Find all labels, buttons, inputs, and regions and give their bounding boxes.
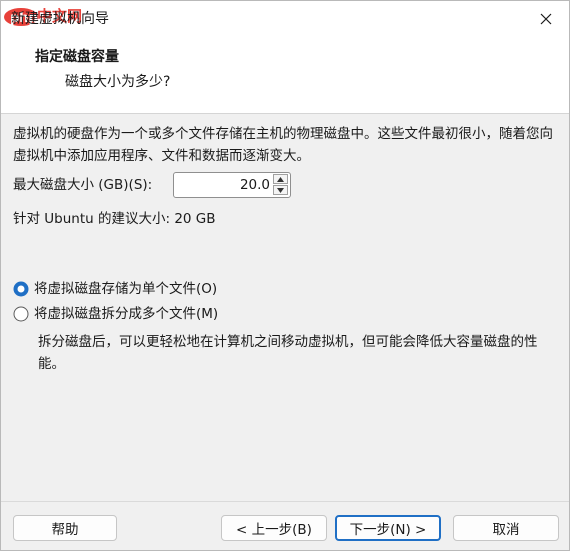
page-title: 指定磁盘容量 (35, 49, 119, 65)
radio-unselected-icon[interactable] (13, 306, 29, 322)
radio-split-files[interactable]: 将虚拟磁盘拆分成多个文件(M) (13, 303, 218, 325)
spin-buttons (273, 174, 288, 196)
wizard-header: 指定磁盘容量 磁盘大小为多少? (1, 37, 569, 114)
disk-size-input[interactable] (174, 173, 270, 197)
radio-split-files-label: 将虚拟磁盘拆分成多个文件(M) (34, 306, 219, 322)
next-button[interactable]: 下一步(N) > (335, 515, 441, 541)
description-text: 虚拟机的硬盘作为一个或多个文件存储在主机的物理磁盘中。这些文件最初很小，随着您向… (13, 126, 553, 164)
back-button[interactable]: < 上一步(B) (221, 515, 327, 541)
spin-down-button[interactable] (273, 185, 288, 195)
close-icon (540, 13, 552, 25)
split-description-text: 拆分磁盘后，可以更轻松地在计算机之间移动虚拟机，但可能会降低大容量磁盘的性能。 (38, 334, 538, 372)
spin-up-button[interactable] (273, 174, 288, 184)
page-subtitle: 磁盘大小为多少? (65, 74, 171, 90)
disk-size-label: 最大磁盘大小 (GB)(S): (13, 177, 153, 193)
footer-divider (1, 501, 569, 502)
cancel-button[interactable]: 取消 (453, 515, 559, 541)
disk-size-spinbox[interactable] (173, 172, 291, 198)
radio-single-file[interactable]: 将虚拟磁盘存储为单个文件(O) (13, 278, 217, 300)
triangle-up-icon (277, 176, 284, 182)
recommended-size-text: 针对 Ubuntu 的建议大小: 20 GB (13, 211, 216, 227)
close-button[interactable] (523, 1, 569, 37)
radio-selected-icon[interactable] (13, 281, 29, 297)
radio-single-file-label: 将虚拟磁盘存储为单个文件(O) (34, 281, 218, 297)
title-bar: php 中文网 新建虚拟机向导 (1, 1, 569, 37)
help-button[interactable]: 帮助 (13, 515, 117, 541)
new-vm-wizard-window: php 中文网 新建虚拟机向导 指定磁盘容量 磁盘大小为多少? 虚拟机的硬盘作为… (0, 0, 570, 551)
triangle-down-icon (277, 187, 284, 193)
window-title: 新建虚拟机向导 (11, 11, 109, 27)
